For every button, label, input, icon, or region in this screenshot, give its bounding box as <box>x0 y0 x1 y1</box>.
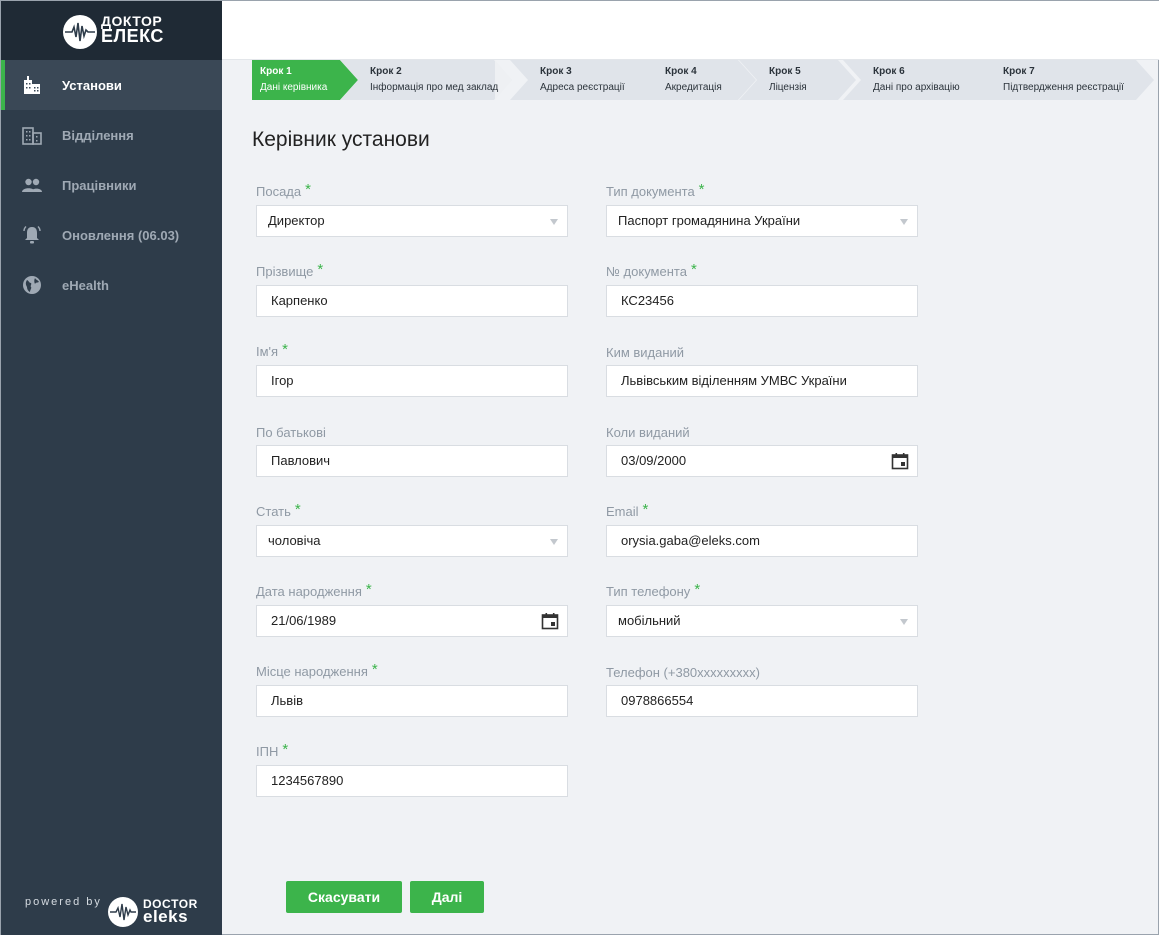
issue-date-label: Коли виданий <box>606 425 690 440</box>
powered-by-text: powered by <box>25 896 102 908</box>
phone-type-label: Тип телефону * <box>606 581 701 599</box>
step-6[interactable]: Крок 6 Дані про архівацію <box>843 60 991 100</box>
first-name-input[interactable]: Ігор <box>256 365 568 397</box>
email-label: Email * <box>606 501 649 519</box>
surname-input[interactable]: Карпенко <box>256 285 568 317</box>
building-icon <box>24 76 40 94</box>
globe-icon <box>23 276 41 294</box>
step-title: Крок 5 <box>769 66 801 77</box>
step-title: Крок 4 <box>665 66 697 77</box>
bell-icon <box>23 226 41 244</box>
step-arrow-shape <box>510 60 654 100</box>
top-bar <box>222 1 1159 60</box>
document-number-input[interactable]: КС23456 <box>606 285 918 317</box>
step-subtitle: Ліцензія <box>769 82 807 93</box>
tax-id-label: ІПН * <box>256 741 289 759</box>
calendar-icon[interactable] <box>891 452 909 470</box>
step-3[interactable]: Крок 3 Адреса реєстрації <box>510 60 654 100</box>
sidebar-item-label: eHealth <box>62 278 109 293</box>
step-title: Крок 3 <box>540 66 572 77</box>
step-subtitle: Акредитація <box>665 82 722 93</box>
step-5[interactable]: Крок 5 Ліцензія <box>739 60 856 100</box>
sidebar-item-label: Установи <box>62 78 122 93</box>
sidebar: ДОКТОР ЕЛЕКС Установи Відділення Працівн… <box>1 1 222 935</box>
birth-date-label: Дата народження * <box>256 581 372 599</box>
people-icon <box>22 178 42 192</box>
sidebar-item-institutions[interactable]: Установи <box>1 60 222 110</box>
document-type-select[interactable]: Паспорт громадянина України <box>606 205 918 237</box>
step-subtitle: Підтвердження реєстрації <box>1003 82 1124 93</box>
document-type-label: Тип документа * <box>606 181 705 199</box>
sidebar-item-employees[interactable]: Працівники <box>1 160 222 210</box>
sidebar-item-label: Відділення <box>62 128 134 143</box>
step-subtitle: Інформація про мед заклад <box>370 82 499 93</box>
chevron-down-icon <box>900 619 908 625</box>
app-window: ДОКТОР ЕЛЕКС Установи Відділення Працівн… <box>0 0 1159 935</box>
step-arrow-shape <box>972 60 1154 100</box>
gender-select[interactable]: чоловіча <box>256 525 568 557</box>
step-arrow-shape <box>843 60 991 100</box>
powered-brand-line2: eleks <box>143 907 189 926</box>
phone-input[interactable]: 0978866554 <box>606 685 918 717</box>
position-label: Посада * <box>256 181 311 199</box>
brand-logo-icon <box>63 15 97 49</box>
step-arrow-shape <box>340 60 512 100</box>
phone-label: Телефон (+380xxxxxxxxx) <box>606 665 760 680</box>
brand-line2: ЕЛЕКС <box>101 26 164 46</box>
sidebar-item-label: Працівники <box>62 178 137 193</box>
sidebar-item-ehealth[interactable]: eHealth <box>1 260 222 310</box>
step-4[interactable]: Крок 4 Акредитація <box>635 60 756 100</box>
birth-place-label: Місце народження * <box>256 661 378 679</box>
step-title: Крок 6 <box>873 66 905 77</box>
step-7[interactable]: Крок 7 Підтвердження реєстрації <box>972 60 1154 100</box>
patronymic-label: По батькові <box>256 425 326 440</box>
brand-wordmark: ДОКТОР ЕЛЕКС <box>101 14 164 46</box>
chevron-down-icon <box>900 219 908 225</box>
phone-type-select[interactable]: мобільний <box>606 605 918 637</box>
chevron-down-icon <box>550 219 558 225</box>
surname-label: Прізвище * <box>256 261 324 279</box>
logo-bar: ДОКТОР ЕЛЕКС <box>1 1 222 60</box>
sidebar-item-label: Оновлення (06.03) <box>62 228 180 243</box>
step-subtitle: Дані про архівацію <box>873 82 960 93</box>
step-title: Крок 2 <box>370 66 402 77</box>
position-select[interactable]: Директор <box>256 205 568 237</box>
step-title: Крок 7 <box>1003 66 1035 77</box>
cancel-button[interactable]: Скасувати <box>286 881 402 913</box>
departments-icon <box>22 127 42 145</box>
page-title: Керівник установи <box>252 128 430 151</box>
document-number-label: № документа * <box>606 261 697 279</box>
email-input[interactable]: orysia.gaba@eleks.com <box>606 525 918 557</box>
issued-by-input[interactable]: Львівським віділенням УМВС України <box>606 365 918 397</box>
patronymic-input[interactable]: Павлович <box>256 445 568 477</box>
calendar-icon[interactable] <box>541 612 559 630</box>
issued-by-label: Ким виданий <box>606 345 685 360</box>
tax-id-input[interactable]: 1234567890 <box>256 765 568 797</box>
first-name-label: Ім'я * <box>256 341 288 359</box>
step-2[interactable]: Крок 2 Інформація про мед заклад <box>340 60 512 100</box>
step-title: Крок 1 <box>260 66 292 77</box>
eleks-logo-icon <box>108 897 138 927</box>
chevron-down-icon <box>550 539 558 545</box>
issue-date-input[interactable]: 03/09/2000 <box>606 445 918 477</box>
sidebar-item-updates[interactable]: Оновлення (06.03) <box>1 210 222 260</box>
gender-label: Стать * <box>256 501 301 519</box>
birth-place-input[interactable]: Львів <box>256 685 568 717</box>
next-button[interactable]: Далі <box>410 881 484 913</box>
step-subtitle: Адреса реєстрації <box>540 82 625 93</box>
registration-stepper: Крок 1 Дані керівника Крок 2 Інформація … <box>252 60 1154 100</box>
birth-date-input[interactable]: 21/06/1989 <box>256 605 568 637</box>
step-subtitle: Дані керівника <box>260 82 328 93</box>
sidebar-item-departments[interactable]: Відділення <box>1 110 222 160</box>
eleks-wordmark: DOCTOR eleks <box>143 898 198 926</box>
